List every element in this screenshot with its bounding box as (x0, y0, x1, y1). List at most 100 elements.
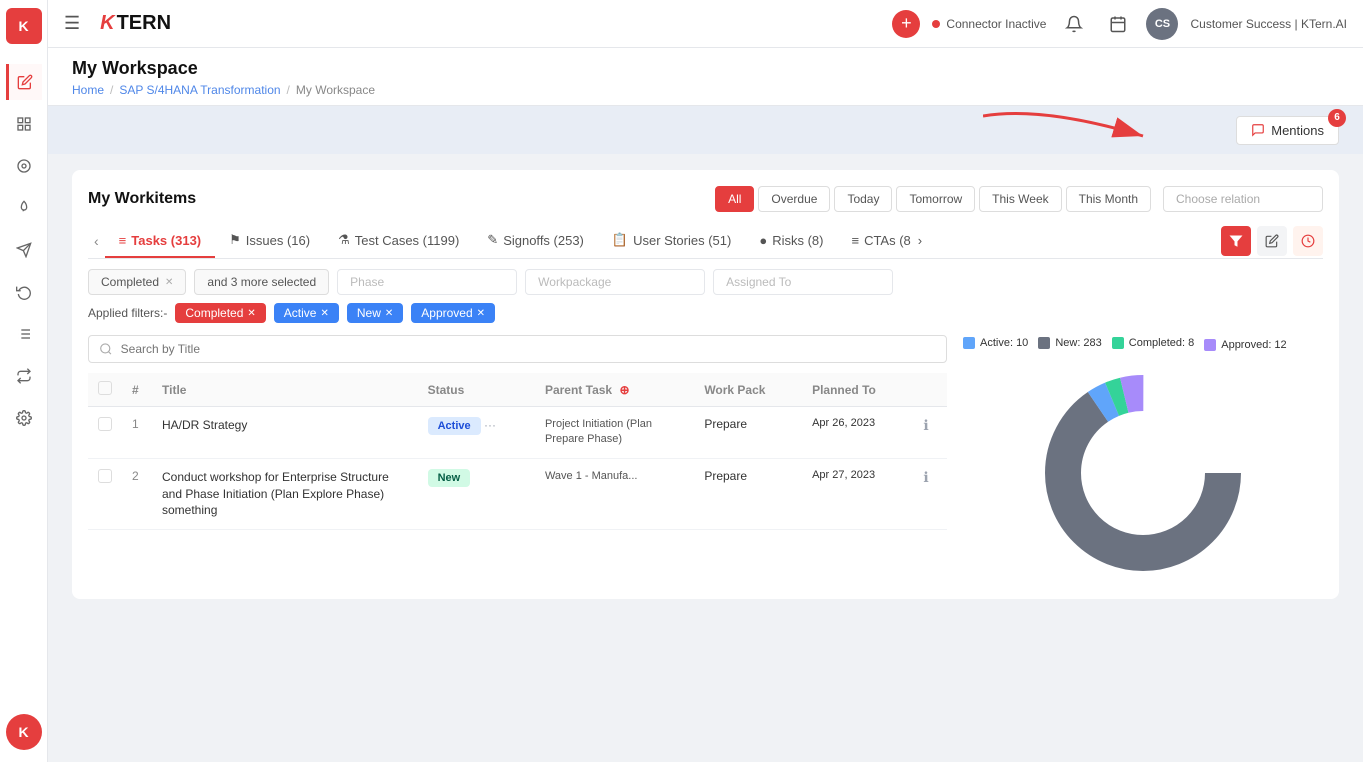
hamburger-icon[interactable]: ☰ (64, 13, 80, 34)
mentions-badge: 6 (1328, 109, 1346, 127)
filter-tab-tomorrow[interactable]: Tomorrow (896, 186, 975, 212)
row1-planned: Apr 26, 2023 (802, 407, 913, 459)
legend-label-new: New: 283 (1055, 337, 1101, 349)
add-column-icon[interactable]: ⊕ (619, 383, 629, 397)
sidebar-item-refresh[interactable] (6, 274, 42, 310)
tab-userstories[interactable]: 📋 User Stories (51) (598, 224, 745, 258)
applied-tag-active[interactable]: Active ✕ (274, 303, 339, 323)
sidebar-item-fire[interactable] (6, 190, 42, 226)
tag-close-completed[interactable]: ✕ (247, 308, 255, 319)
notification-icon[interactable] (1058, 8, 1090, 40)
row2-checkbox[interactable] (98, 469, 112, 483)
tab-testcases[interactable]: ⚗ Test Cases (1199) (324, 224, 473, 258)
row1-checkbox[interactable] (98, 417, 112, 431)
mentions-button[interactable]: Mentions 6 (1236, 116, 1339, 145)
row1-status: Active ··· (418, 407, 535, 459)
table-row: 1 HA/DR Strategy Active ··· Project Init… (88, 407, 947, 459)
user-label: Customer Success | KTern.AI (1190, 17, 1347, 31)
status-filter-chip[interactable]: Completed ✕ (88, 269, 186, 295)
tab-actions (1221, 226, 1323, 256)
row1-checkbox-cell (88, 407, 122, 459)
breadcrumb-current: My Workspace (296, 83, 375, 97)
filter-tab-overdue[interactable]: Overdue (758, 186, 830, 212)
search-input[interactable] (121, 342, 936, 356)
row1-ellipsis[interactable]: ··· (484, 418, 496, 432)
sidebar-item-send[interactable] (6, 232, 42, 268)
sidebar-item-edit[interactable] (6, 64, 42, 100)
sidebar-item-settings[interactable] (6, 400, 42, 436)
tab-tasks[interactable]: ≡ Tasks (313) (105, 225, 215, 258)
row2-workpack: Prepare (694, 458, 802, 529)
th-parent-task: Parent Task ⊕ (535, 373, 694, 407)
workpackage-filter[interactable]: Workpackage (525, 269, 705, 295)
testcases-icon: ⚗ (338, 232, 350, 248)
filter-tab-thisweek[interactable]: This Week (979, 186, 1061, 212)
user-avatar: CS (1146, 8, 1178, 40)
filters-row: Completed ✕ and 3 more selected Phase Wo… (88, 269, 1323, 295)
issues-icon: ⚑ (229, 232, 241, 248)
applied-tag-approved[interactable]: Approved ✕ (411, 303, 495, 323)
row1-workpack: Prepare (694, 407, 802, 459)
filter-tab-thismonth[interactable]: This Month (1066, 186, 1151, 212)
sidebar-item-circle[interactable] (6, 148, 42, 184)
filter-tab-all[interactable]: All (715, 186, 754, 212)
row2-status-badge: New (428, 469, 471, 487)
select-all-checkbox[interactable] (98, 381, 112, 395)
tasks-icon: ≡ (119, 233, 127, 248)
filter-action-btn[interactable] (1221, 226, 1251, 256)
tag-close-approved[interactable]: ✕ (477, 308, 485, 319)
row2-status: New (418, 458, 535, 529)
breadcrumb-project[interactable]: SAP S/4HANA Transformation (119, 83, 280, 97)
legend-approved: Approved: 12 (1204, 339, 1286, 351)
banner-area: Mentions 6 (48, 106, 1363, 154)
th-actions (913, 373, 947, 407)
breadcrumb-home[interactable]: Home (72, 83, 104, 97)
table-header-row: # Title Status Parent Task ⊕ Work Pack P… (88, 373, 947, 407)
more-filter-chip[interactable]: and 3 more selected (194, 269, 329, 295)
sidebar-item-grid[interactable] (6, 106, 42, 142)
tag-close-active[interactable]: ✕ (320, 308, 328, 319)
table-section: # Title Status Parent Task ⊕ Work Pack P… (88, 335, 947, 583)
calendar-icon[interactable] (1102, 8, 1134, 40)
th-checkbox (88, 373, 122, 407)
tab-signoffs[interactable]: ✎ Signoffs (253) (473, 224, 598, 258)
th-num: # (122, 373, 152, 407)
donut-hole (1085, 415, 1201, 531)
timer-action-btn[interactable] (1293, 226, 1323, 256)
status-chip-close[interactable]: ✕ (165, 277, 173, 288)
tag-close-new[interactable]: ✕ (385, 308, 393, 319)
search-icon (99, 342, 113, 356)
arrow-indicator (983, 106, 1163, 156)
assigned-to-filter[interactable]: Assigned To (713, 269, 893, 295)
choose-relation-dropdown[interactable]: Choose relation (1163, 186, 1323, 212)
row2-planned: Apr 27, 2023 (802, 458, 913, 529)
tab-ctas[interactable]: ≡ CTAs (8 › (837, 225, 936, 258)
tab-issues[interactable]: ⚑ Issues (16) (215, 224, 324, 258)
sidebar: K K (0, 0, 48, 762)
row2-parent-task: Wave 1 - Manufa... (535, 458, 694, 529)
connector-status: Connector Inactive (932, 17, 1046, 31)
row2-title: Conduct workshop for Enterprise Structur… (152, 458, 418, 529)
applied-tag-completed[interactable]: Completed ✕ (175, 303, 265, 323)
row1-info-icon[interactable]: ℹ (923, 417, 928, 433)
sidebar-icon-red[interactable]: K (6, 8, 42, 44)
connector-dot (932, 20, 940, 28)
userstories-icon: 📋 (612, 232, 628, 248)
sidebar-item-switch[interactable] (6, 358, 42, 394)
search-box[interactable] (88, 335, 947, 363)
filter-tab-today[interactable]: Today (834, 186, 892, 212)
applied-filters-label: Applied filters:- (88, 306, 167, 320)
add-button[interactable]: + (892, 10, 920, 38)
sidebar-item-list[interactable] (6, 316, 42, 352)
tab-prev-btn[interactable]: ‹ (88, 233, 105, 249)
applied-tag-new[interactable]: New ✕ (347, 303, 403, 323)
applied-filters: Applied filters:- Completed ✕ Active ✕ N… (88, 303, 1323, 323)
tab-bar: ‹ ≡ Tasks (313) ⚑ Issues (16) ⚗ Test Cas… (88, 224, 1323, 259)
phase-filter[interactable]: Phase (337, 269, 517, 295)
tab-risks[interactable]: ● Risks (8) (745, 225, 837, 258)
app-logo: KTERN (100, 12, 171, 35)
edit-action-btn[interactable] (1257, 226, 1287, 256)
row2-info-icon[interactable]: ℹ (923, 469, 928, 485)
legend-dot-active (963, 337, 975, 349)
ktern-logo-bottom[interactable]: K (6, 714, 42, 750)
